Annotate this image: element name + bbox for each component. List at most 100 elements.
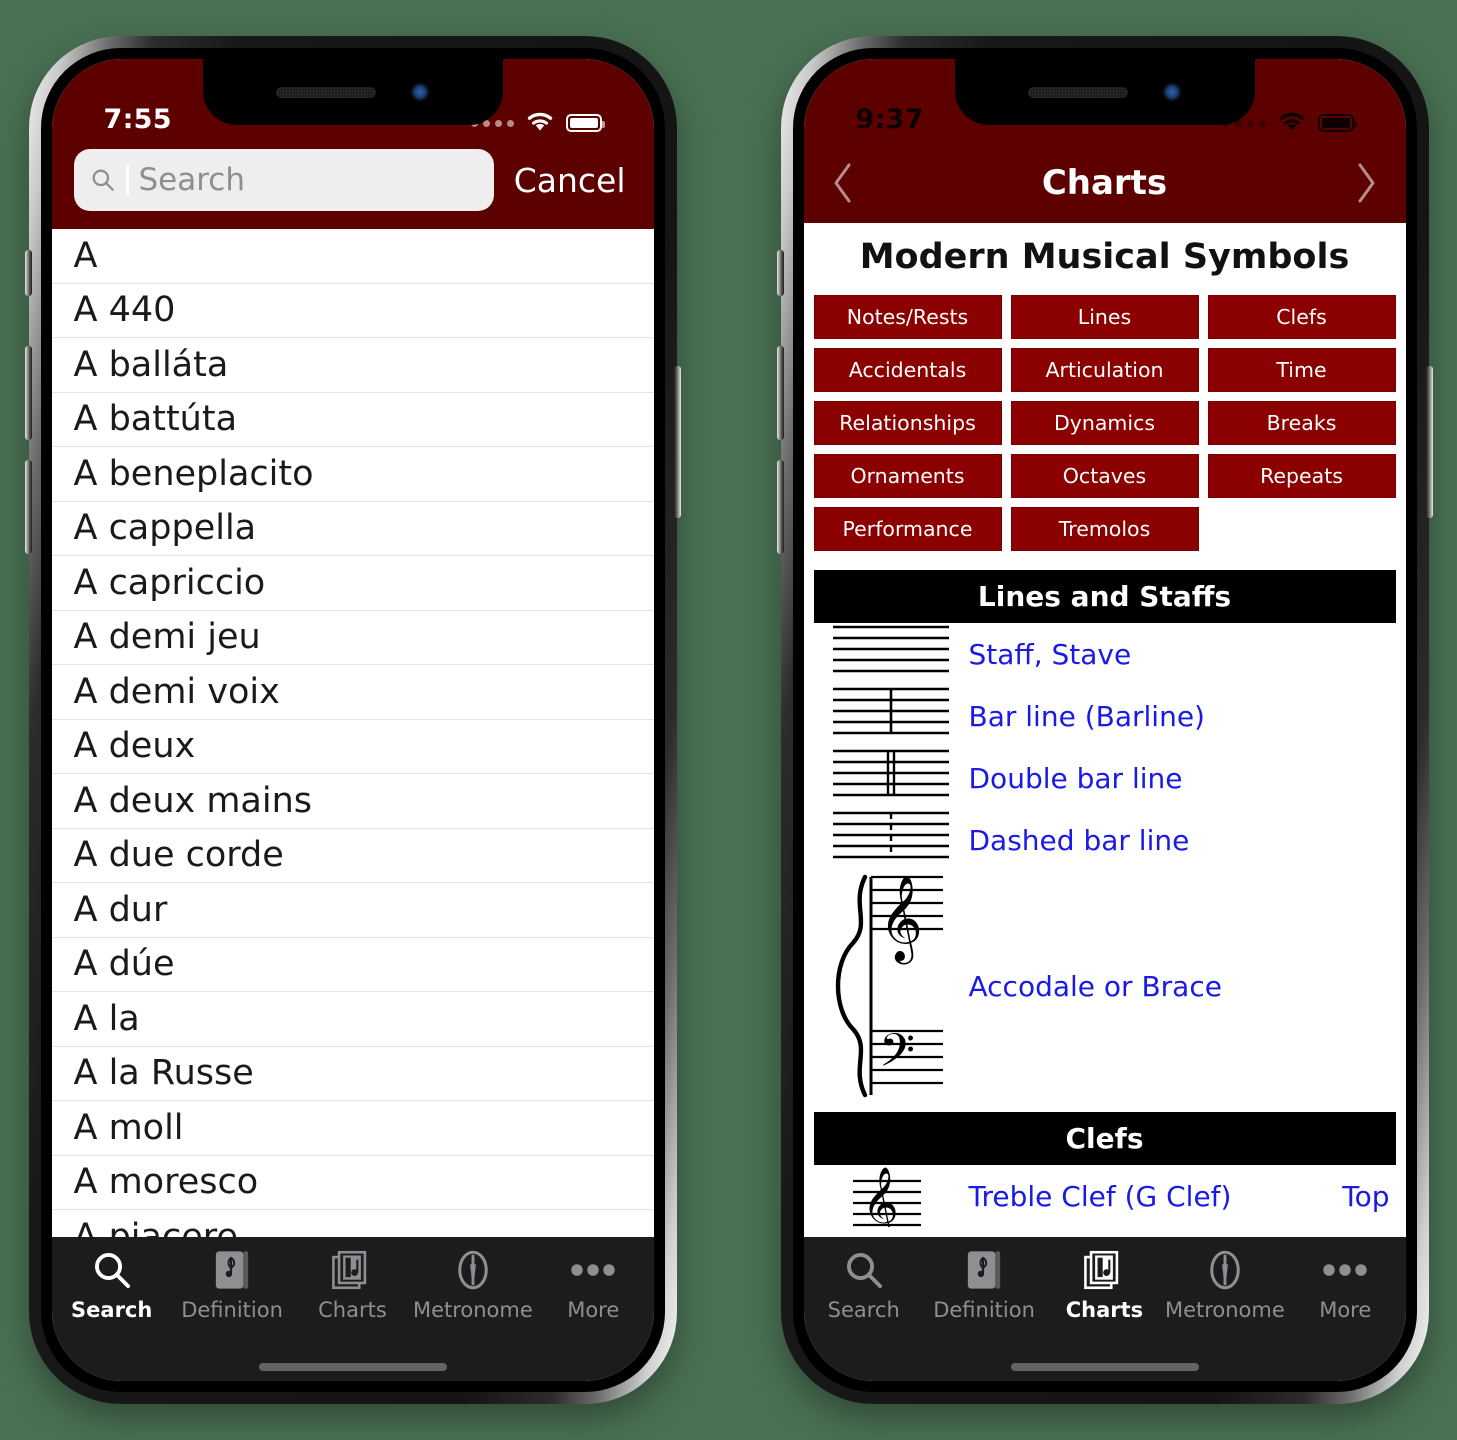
tab-metronome[interactable]: Metronome — [1165, 1247, 1285, 1322]
tab-label: Metronome — [1164, 1298, 1285, 1322]
category-button-breaks[interactable]: Breaks — [1207, 401, 1396, 445]
chevron-right-icon[interactable] — [1353, 161, 1379, 205]
front-camera-icon — [1161, 82, 1182, 102]
cancel-button[interactable]: Cancel — [508, 161, 632, 200]
tab-label: Definition — [933, 1298, 1035, 1322]
list-item[interactable]: A deux — [51, 720, 654, 774]
tab-bar-right[interactable]: Search Definition Charts Metronome More — [803, 1237, 1406, 1353]
dashed-barline-icon — [814, 809, 969, 871]
list-item[interactable]: A dur — [51, 883, 654, 938]
mute-switch[interactable] — [24, 250, 32, 296]
earpiece-speaker-icon — [275, 86, 376, 98]
list-item[interactable]: A la Russe — [51, 1047, 654, 1101]
category-button-notes-rests[interactable]: Notes/Rests — [813, 295, 1002, 339]
list-item[interactable]: A battúta — [51, 393, 654, 447]
symbol-row[interactable]: Double bar line — [804, 747, 1406, 809]
category-button-clefs[interactable]: Clefs — [1207, 295, 1396, 339]
tab-more[interactable]: More — [1289, 1247, 1401, 1322]
symbol-label[interactable]: Accodale or Brace — [969, 970, 1390, 1003]
barline-icon — [814, 685, 969, 747]
status-time: 7:55 — [103, 104, 172, 135]
wifi-icon — [1279, 112, 1304, 131]
tab-charts[interactable]: Charts — [1048, 1247, 1160, 1322]
symbol-row[interactable]: Staff, Stave — [804, 623, 1406, 685]
phone-bezel-left: 7:55 Search Cancel A A 440 A balláta A b… — [40, 48, 665, 1392]
phone-bezel-right: 9:37 Charts Modern Musical Symbols Notes… — [792, 48, 1417, 1392]
volume-down-button[interactable] — [776, 460, 784, 554]
list-item[interactable]: A — [51, 229, 654, 284]
symbol-row[interactable]: 𝄞 Treble Clef (G Clef) Top — [804, 1165, 1406, 1227]
tab-definition[interactable]: Definition — [176, 1247, 288, 1322]
category-button-ornaments[interactable]: Ornaments — [813, 454, 1002, 498]
list-item[interactable]: A piacere — [52, 1210, 654, 1237]
search-results-list[interactable]: AA 440 A balláta A battúta A beneplacito A c… — [51, 229, 654, 1237]
tab-search[interactable]: Search — [808, 1247, 920, 1322]
tab-label: Search — [827, 1298, 900, 1322]
list-item[interactable]: A la — [51, 992, 654, 1047]
list-item[interactable]: A moll — [51, 1101, 654, 1156]
list-item[interactable]: A moresco — [51, 1156, 654, 1210]
tab-search[interactable]: Search — [56, 1247, 168, 1322]
brace-grand-staff-icon: 𝄞 𝄢 — [814, 871, 969, 1101]
tab-bar-left[interactable]: Search Definition Charts Metronome More — [51, 1237, 654, 1353]
grid-spacer — [1208, 507, 1396, 551]
symbol-label[interactable]: Bar line (Barline) — [969, 700, 1390, 733]
tab-definition[interactable]: Definition — [928, 1247, 1040, 1322]
symbol-row[interactable]: Dashed bar line — [804, 809, 1406, 871]
search-input[interactable]: Search — [73, 149, 494, 211]
metronome-icon — [452, 1247, 494, 1293]
tab-label: Charts — [318, 1298, 387, 1322]
category-button-performance[interactable]: Performance — [813, 507, 1002, 551]
tab-charts[interactable]: Charts — [296, 1247, 408, 1322]
category-button-relationships[interactable]: Relationships — [813, 401, 1002, 445]
category-button-dynamics[interactable]: Dynamics — [1010, 401, 1199, 445]
charts-icon — [1083, 1247, 1125, 1293]
home-indicator-left[interactable] — [51, 1353, 654, 1381]
category-button-lines[interactable]: Lines — [1010, 295, 1199, 339]
symbol-label[interactable]: Dashed bar line — [969, 824, 1390, 857]
symbol-label[interactable]: Double bar line — [969, 762, 1390, 795]
page-title: Charts — [1041, 163, 1168, 203]
category-button-octaves[interactable]: Octaves — [1010, 454, 1199, 498]
ellipsis-icon — [1321, 1247, 1369, 1293]
category-button-accidentals[interactable]: Accidentals — [813, 348, 1002, 392]
power-button[interactable] — [1425, 366, 1433, 518]
book-music-icon — [212, 1247, 252, 1293]
tab-label: Metronome — [412, 1298, 533, 1322]
charts-icon — [331, 1247, 373, 1293]
category-button-tremolos[interactable]: Tremolos — [1010, 507, 1199, 551]
svg-text:𝄢: 𝄢 — [879, 1024, 915, 1089]
mute-switch[interactable] — [776, 250, 784, 296]
tab-more[interactable]: More — [537, 1247, 649, 1322]
volume-up-button[interactable] — [24, 346, 32, 440]
list-item[interactable]: A demi jeu — [51, 611, 654, 665]
category-button-grid[interactable]: Notes/Rests Lines Clefs Accidentals Articula… — [804, 295, 1406, 559]
symbol-label[interactable]: Treble Clef (G Clef) — [969, 1180, 1343, 1213]
list-item[interactable]: A balláta — [51, 338, 654, 393]
chevron-left-icon[interactable] — [830, 161, 856, 205]
home-indicator-right[interactable] — [803, 1353, 1406, 1381]
status-time: 9:37 — [855, 104, 924, 135]
volume-down-button[interactable] — [24, 460, 32, 554]
tab-metronome[interactable]: Metronome — [413, 1247, 533, 1322]
list-item[interactable]: A dúe — [51, 938, 654, 992]
list-item[interactable]: A due corde — [51, 829, 654, 883]
list-item[interactable]: A beneplacito — [51, 447, 654, 502]
section-heading: Lines and Staffs — [813, 570, 1396, 623]
symbol-row[interactable]: Bar line (Barline) — [804, 685, 1406, 747]
tab-label: More — [1319, 1298, 1372, 1322]
list-item[interactable]: A capriccio — [51, 556, 654, 611]
list-item[interactable]: A cappella — [51, 502, 654, 556]
list-item[interactable]: A deux mains — [51, 774, 654, 829]
list-item[interactable]: A 440 — [51, 284, 654, 338]
power-button[interactable] — [673, 366, 681, 518]
category-button-repeats[interactable]: Repeats — [1207, 454, 1396, 498]
notch-right — [954, 59, 1255, 125]
volume-up-button[interactable] — [776, 346, 784, 440]
symbol-label[interactable]: Staff, Stave — [969, 638, 1390, 671]
category-button-articulation[interactable]: Articulation — [1010, 348, 1199, 392]
chart-content[interactable]: Modern Musical Symbols Notes/Rests Lines C… — [803, 223, 1406, 1237]
category-button-time[interactable]: Time — [1207, 348, 1396, 392]
symbol-row[interactable]: 𝄞 𝄢 Accodale or Brace — [804, 871, 1406, 1101]
list-item[interactable]: A demi voix — [51, 665, 654, 720]
